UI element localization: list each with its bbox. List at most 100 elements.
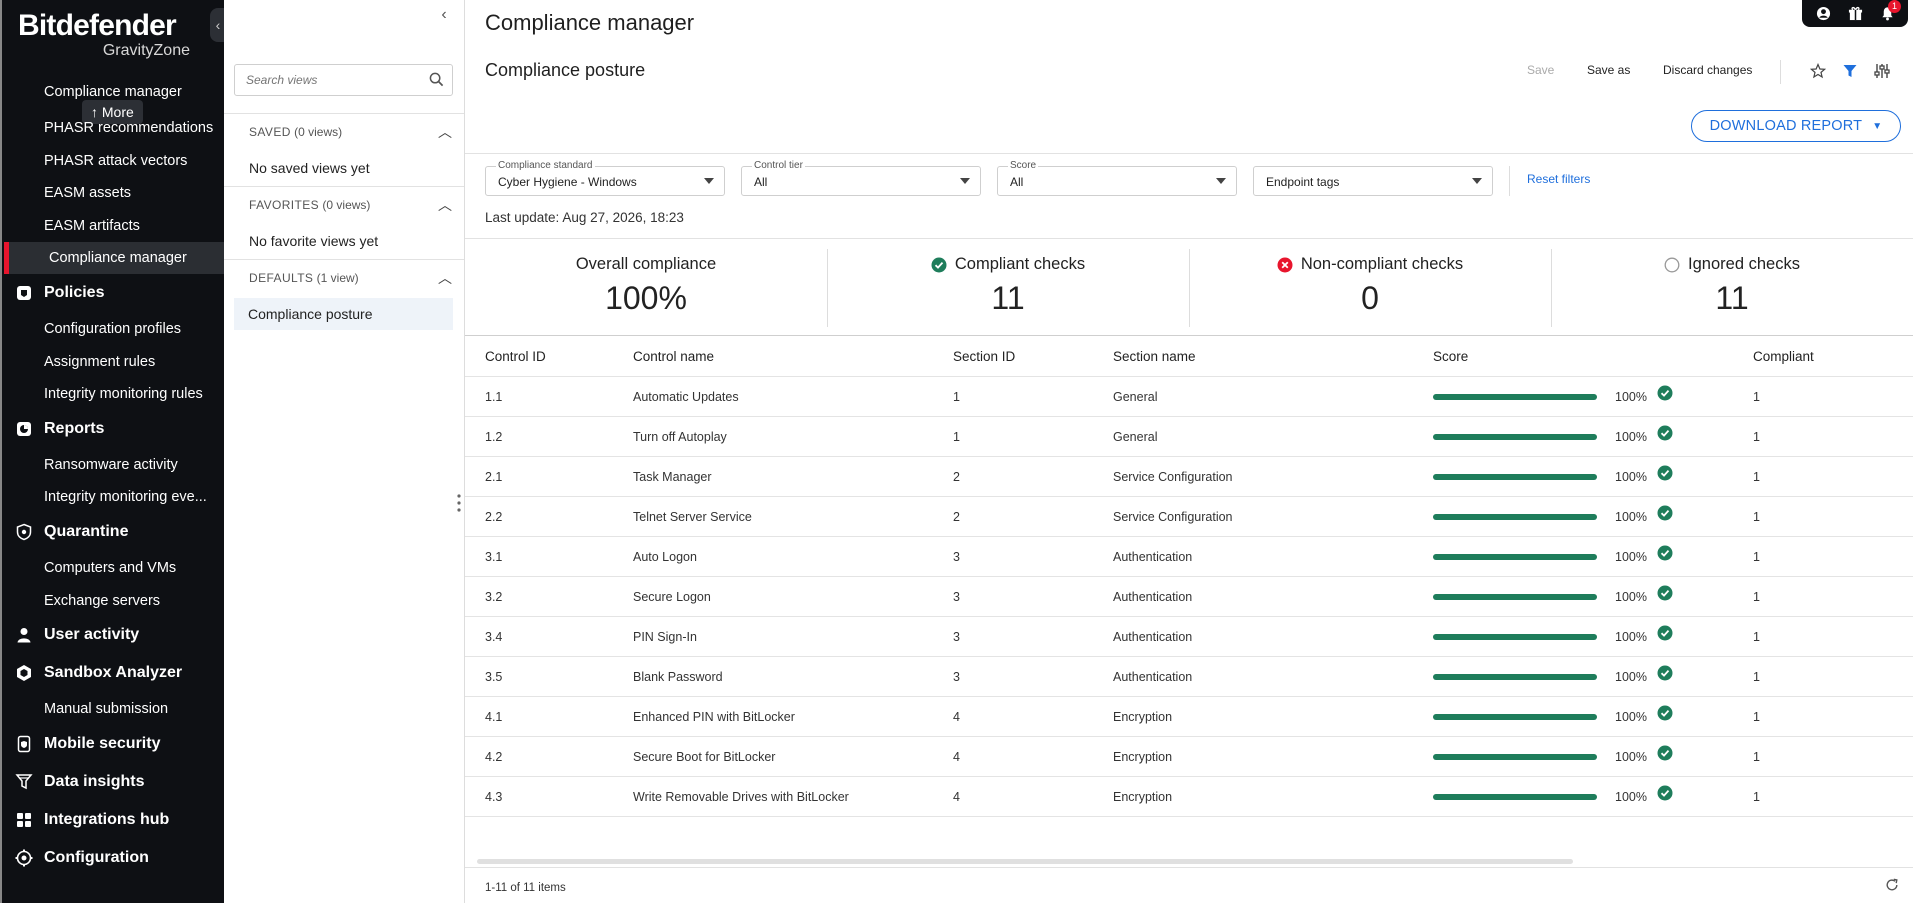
check-circle-icon bbox=[1657, 457, 1673, 497]
table-row[interactable]: 3.2 Secure Logon 3 Authentication 100% 1 bbox=[465, 577, 1913, 617]
cell-score-percent: 100% bbox=[1615, 710, 1647, 724]
column-header-section-id[interactable]: Section ID bbox=[953, 337, 1015, 377]
sidebar-item-configuration-profiles[interactable]: Configuration profiles bbox=[44, 313, 220, 345]
search-views-input[interactable] bbox=[235, 65, 415, 95]
sidebar-section-configuration[interactable]: Configuration bbox=[14, 841, 149, 875]
summary-title: Compliant checks bbox=[954, 255, 1086, 273]
cell-section-id: 3 bbox=[953, 590, 960, 604]
column-settings-icon[interactable] bbox=[1872, 61, 1892, 81]
cell-control-name: Enhanced PIN with BitLocker bbox=[633, 710, 795, 724]
cell-section-id: 2 bbox=[953, 510, 960, 524]
sidebar-item-easm-artifacts[interactable]: EASM artifacts bbox=[44, 210, 220, 242]
sidebar-item-phasr-recommendations[interactable]: PHASR recommendations bbox=[44, 112, 220, 144]
saved-views-empty: No saved views yet bbox=[249, 160, 370, 176]
summary-value: 0 bbox=[1361, 280, 1379, 316]
table-row[interactable]: 4.1 Enhanced PIN with BitLocker 4 Encryptio… bbox=[465, 697, 1913, 737]
notifications-icon[interactable]: 1 bbox=[1876, 0, 1901, 25]
table-row[interactable]: 1.1 Automatic Updates 1 General 100% 1 bbox=[465, 377, 1913, 417]
check-circle-icon bbox=[931, 257, 947, 273]
cell-control-id: 1.2 bbox=[485, 430, 503, 444]
resize-handle[interactable] bbox=[456, 492, 462, 516]
score-bar bbox=[1433, 474, 1597, 480]
score-select[interactable]: Score All bbox=[997, 160, 1237, 196]
cell-control-name: Task Manager bbox=[633, 470, 712, 484]
brand-product: GravityZone bbox=[102, 42, 190, 59]
sidebar-item-phasr-attack-vectors[interactable]: PHASR attack vectors bbox=[44, 145, 220, 177]
caret-down-icon bbox=[704, 178, 714, 184]
search-views-field[interactable] bbox=[234, 64, 453, 96]
endpoint-tags-select[interactable]: Endpoint tags bbox=[1253, 166, 1493, 196]
sidebar-item-compliance-manager[interactable]: Compliance manager bbox=[4, 242, 226, 275]
sidebar-item-ransomware-activity[interactable]: Ransomware activity bbox=[44, 449, 220, 481]
table-row[interactable]: 2.2 Telnet Server Service 2 Service Configu… bbox=[465, 497, 1913, 537]
cell-score-percent: 100% bbox=[1615, 470, 1647, 484]
search-icon[interactable] bbox=[429, 72, 444, 92]
favorite-views-header[interactable]: FAVORITES (0 views) ︿ bbox=[224, 186, 464, 222]
default-views-header[interactable]: DEFAULTS (1 view) ︿ bbox=[224, 259, 464, 295]
compliance-standard-select[interactable]: Compliance standard Cyber Hygiene - Wind… bbox=[485, 160, 725, 196]
column-header-control-name[interactable]: Control name bbox=[633, 337, 714, 377]
refresh-icon[interactable] bbox=[1885, 878, 1899, 897]
save-button[interactable]: Save bbox=[1527, 63, 1554, 77]
cell-compliant: 1 bbox=[1753, 790, 1760, 804]
sidebar-item-easm-assets[interactable]: EASM assets bbox=[44, 177, 220, 209]
saved-views-header[interactable]: SAVED (0 views) ︿ bbox=[224, 113, 464, 149]
cell-compliant: 1 bbox=[1753, 710, 1760, 724]
policies-icon bbox=[14, 283, 34, 303]
column-header-control-id[interactable]: Control ID bbox=[485, 337, 546, 377]
chevron-up-icon[interactable]: ︿ bbox=[438, 260, 452, 296]
sidebar-section-reports[interactable]: Reports bbox=[14, 412, 104, 446]
sidebar-section-policies[interactable]: Policies bbox=[14, 276, 104, 310]
brand-logo[interactable]: Bitdefender GravityZone bbox=[18, 10, 198, 60]
table-row[interactable]: 1.2 Turn off Autoplay 1 General 100% 1 bbox=[465, 417, 1913, 457]
table-row[interactable]: 4.3 Write Removable Drives with BitLocker… bbox=[465, 777, 1913, 817]
discard-changes-button[interactable]: Discard changes bbox=[1663, 63, 1752, 77]
summary-title: Overall compliance bbox=[575, 255, 717, 273]
chevron-up-icon[interactable]: ︿ bbox=[438, 114, 452, 150]
cell-control-name: Turn off Autoplay bbox=[633, 430, 727, 444]
filter-icon[interactable] bbox=[1840, 61, 1860, 81]
horizontal-scrollbar[interactable] bbox=[477, 859, 1573, 864]
column-header-score[interactable]: Score bbox=[1433, 337, 1468, 377]
sidebar-section-quarantine[interactable]: Quarantine bbox=[14, 515, 128, 549]
sidebar-section-sandbox-analyzer[interactable]: Sandbox Analyzer bbox=[14, 656, 182, 690]
sidebar-item-exchange-servers[interactable]: Exchange servers bbox=[44, 585, 220, 617]
control-tier-select[interactable]: Control tier All bbox=[741, 160, 981, 196]
check-circle-icon bbox=[1657, 657, 1673, 697]
sidebar-section-user-activity[interactable]: User activity bbox=[14, 618, 139, 652]
save-as-button[interactable]: Save as bbox=[1587, 63, 1630, 77]
table-row[interactable]: 3.4 PIN Sign-In 3 Authentication 100% 1 bbox=[465, 617, 1913, 657]
cell-compliant: 1 bbox=[1753, 590, 1760, 604]
column-header-compliant[interactable]: Compliant bbox=[1753, 337, 1814, 377]
sidebar-section-data-insights[interactable]: Data insights bbox=[14, 765, 144, 799]
table-row[interactable]: 2.1 Task Manager 2 Service Configuration 100… bbox=[465, 457, 1913, 497]
table-row[interactable]: 3.1 Auto Logon 3 Authentication 100% 1 bbox=[465, 537, 1913, 577]
sidebar-section-mobile-security[interactable]: Mobile security bbox=[14, 727, 160, 761]
score-bar bbox=[1433, 794, 1597, 800]
download-report-button[interactable]: DOWNLOAD REPORT ▼ bbox=[1691, 110, 1901, 142]
sidebar-section-integrations-hub[interactable]: Integrations hub bbox=[14, 803, 169, 837]
table-header-row: Control ID Control name Section ID Secti… bbox=[465, 337, 1913, 377]
star-icon[interactable] bbox=[1808, 61, 1828, 81]
sidebar-item-computers-and-vms[interactable]: Computers and VMs bbox=[44, 552, 220, 584]
column-header-section-name[interactable]: Section name bbox=[1113, 337, 1196, 377]
sidebar-item-assignment-rules[interactable]: Assignment rules bbox=[44, 346, 220, 378]
reset-filters-link[interactable]: Reset filters bbox=[1527, 172, 1590, 186]
view-item-compliance-posture[interactable]: Compliance posture bbox=[234, 298, 453, 330]
cell-control-name: Telnet Server Service bbox=[633, 510, 752, 524]
table-row[interactable]: 4.2 Secure Boot for BitLocker 4 Encryption 1… bbox=[465, 737, 1913, 777]
collapse-views-button[interactable]: ‹ bbox=[434, 6, 454, 24]
chevron-left-icon: ‹ bbox=[441, 6, 447, 23]
gift-icon[interactable] bbox=[1844, 3, 1866, 25]
account-icon[interactable] bbox=[1812, 3, 1834, 25]
table-row[interactable]: 3.5 Blank Password 3 Authentication 100% 1 bbox=[465, 657, 1913, 697]
cell-section-id: 4 bbox=[953, 790, 960, 804]
cell-control-id: 2.1 bbox=[485, 470, 503, 484]
chevron-up-icon[interactable]: ︿ bbox=[438, 187, 452, 223]
sidebar-item-integrity-monitoring-eve[interactable]: Integrity monitoring eve... bbox=[44, 481, 220, 513]
summary-value: 11 bbox=[991, 280, 1025, 316]
sidebar-item-integrity-monitoring-rules[interactable]: Integrity monitoring rules bbox=[44, 378, 220, 410]
cell-section-name: Encryption bbox=[1113, 750, 1173, 764]
sidebar-item-manual-submission[interactable]: Manual submission bbox=[44, 693, 220, 725]
cell-score-percent: 100% bbox=[1615, 510, 1647, 524]
